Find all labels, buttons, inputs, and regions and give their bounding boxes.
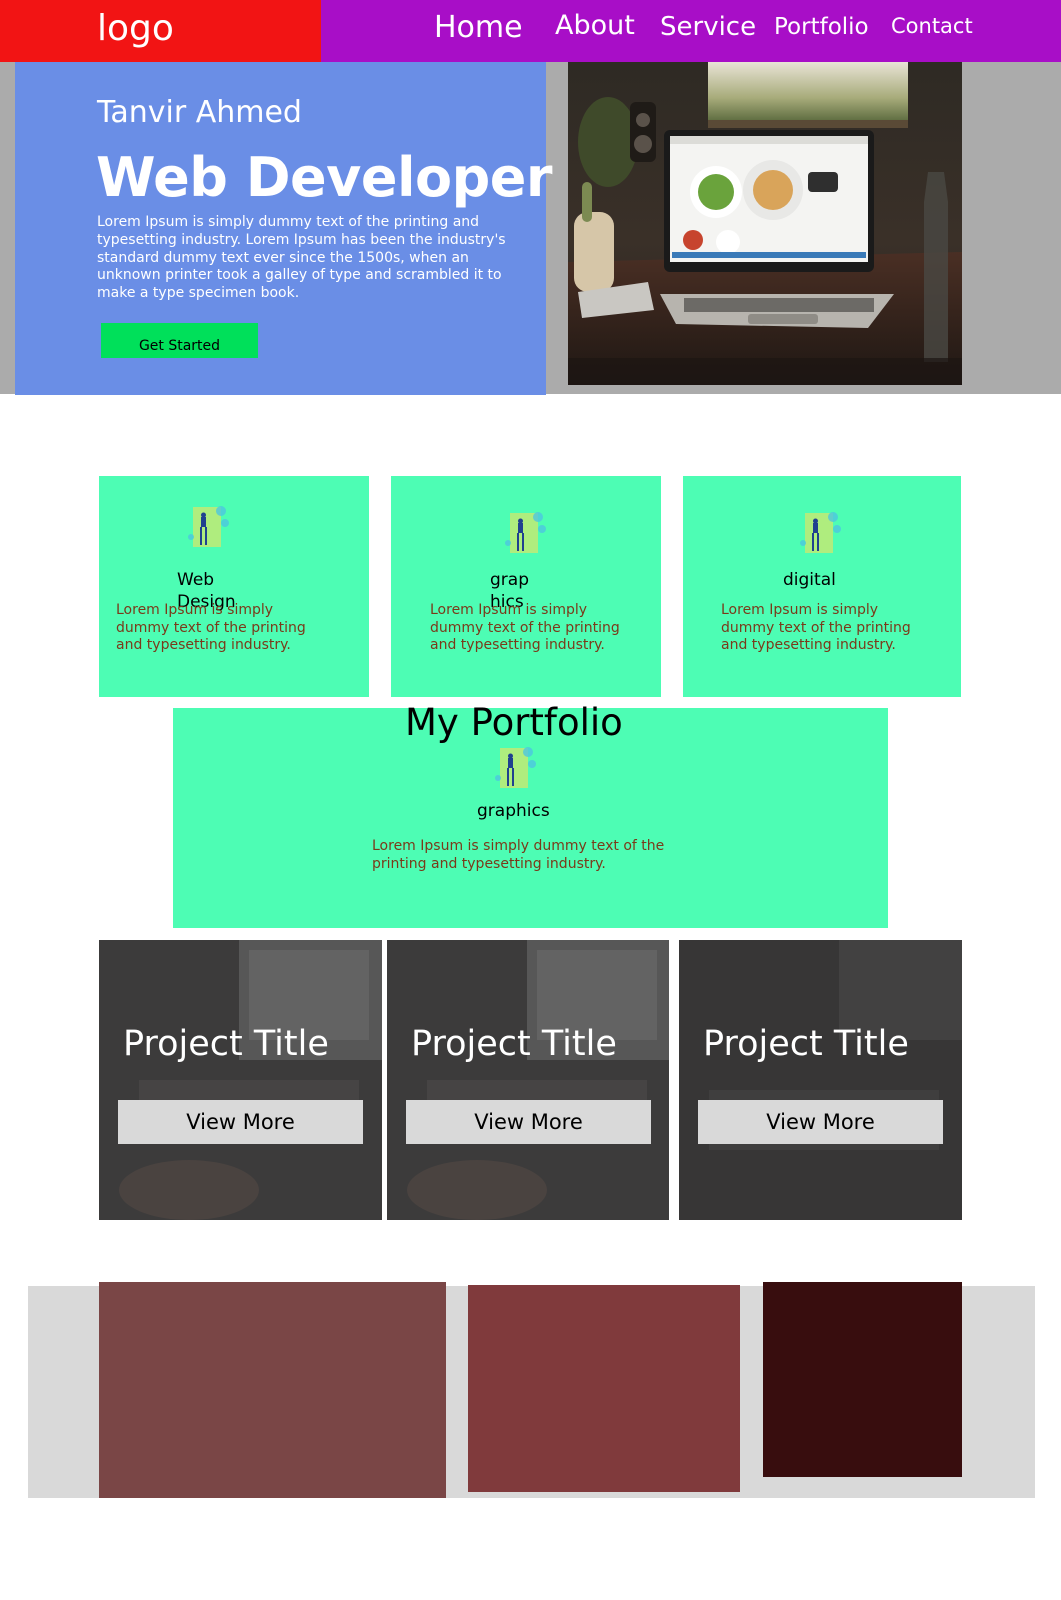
hero-laptop-image	[568, 62, 962, 385]
project-title: Project Title	[703, 1024, 909, 1064]
digital-illustration-icon	[800, 512, 841, 553]
nav-home-link[interactable]: Home	[434, 10, 523, 45]
service-card-digital: digital Lorem Ipsum is simply dummy text…	[683, 476, 961, 697]
project-background-image	[679, 940, 962, 1220]
view-more-button[interactable]: View More	[118, 1100, 363, 1144]
nav-about-link[interactable]: About	[555, 10, 635, 41]
web-design-illustration-icon	[187, 506, 235, 555]
nav-portfolio-link[interactable]: Portfolio	[774, 14, 869, 40]
service-text: Lorem Ipsum is simply dummy text of the …	[721, 602, 911, 653]
color-block-1	[99, 1282, 446, 1498]
hero-description: Lorem Ipsum is simply dummy text of the …	[97, 214, 506, 302]
project-card: Project Title View More	[99, 940, 382, 1220]
graphics-illustration-icon	[495, 747, 536, 788]
nav-contact-link[interactable]: Contact	[891, 14, 973, 38]
nav-service-link[interactable]: Service	[660, 12, 756, 42]
logo[interactable]: logo	[97, 8, 174, 49]
service-card-web-design: Web Design Lorem Ipsum is simply dummy t…	[99, 476, 369, 697]
project-title: Project Title	[123, 1024, 329, 1064]
service-title: digital	[783, 570, 836, 590]
view-more-button[interactable]: View More	[698, 1100, 943, 1144]
project-background-image	[99, 940, 382, 1220]
project-card: Project Title View More	[387, 940, 669, 1220]
color-block-2	[468, 1285, 740, 1492]
service-text: Lorem Ipsum is simply dummy text of the …	[430, 602, 620, 653]
portfolio-card-title: graphics	[477, 801, 550, 821]
portfolio-card-text: Lorem Ipsum is simply dummy text of the …	[372, 838, 665, 872]
hero-title: Web Developer	[96, 146, 553, 209]
hero-name: Tanvir Ahmed	[97, 95, 302, 130]
graphics-illustration-icon	[505, 512, 546, 553]
project-title: Project Title	[411, 1024, 617, 1064]
project-background-image	[387, 940, 669, 1220]
service-text: Lorem Ipsum is simply dummy text of the …	[116, 602, 306, 653]
project-card: Project Title View More	[679, 940, 962, 1220]
view-more-button[interactable]: View More	[406, 1100, 651, 1144]
get-started-button[interactable]: Get Started	[101, 323, 258, 358]
service-card-graphics: graphics Lorem Ipsum is simply dummy tex…	[391, 476, 661, 697]
color-block-3	[763, 1282, 962, 1477]
portfolio-heading: My Portfolio	[405, 701, 623, 744]
